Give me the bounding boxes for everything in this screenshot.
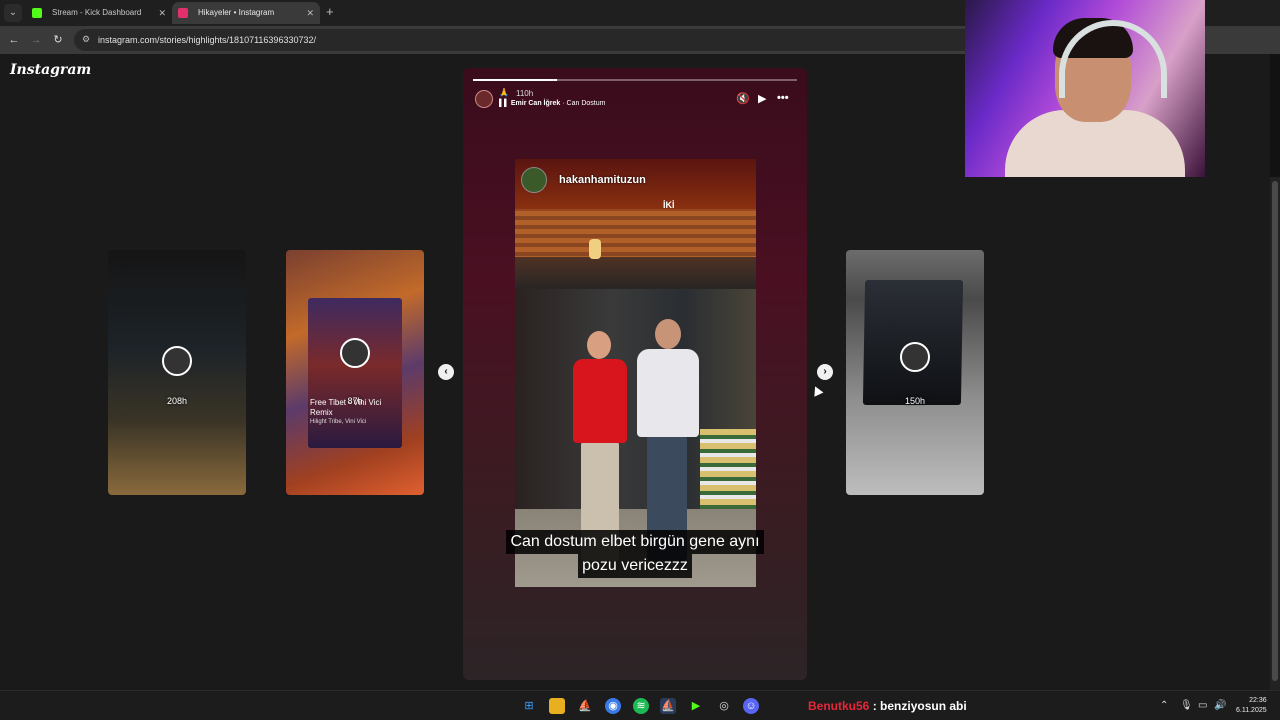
microphone-icon[interactable]: 🎙	[1180, 700, 1193, 711]
url-input[interactable]: ⚙ instagram.com/stories/highlights/18107…	[74, 29, 1074, 51]
story-caption: Can dostum elbet birgün gene aynı pozu v…	[463, 530, 807, 578]
more-options-icon[interactable]: •••	[777, 92, 789, 104]
active-story[interactable]: 🙏 110h ▌▌ Emir Can İğrek · Can Dostum 🔇 …	[463, 68, 807, 680]
instagram-icon	[178, 8, 188, 18]
volume-icon[interactable]: 🔊	[1214, 700, 1226, 711]
clock-time: 22:36	[1249, 697, 1267, 704]
avatar	[340, 338, 370, 368]
song-artist: Emir Can İğrek	[510, 100, 561, 107]
story-card-previous-2[interactable]: 208h	[108, 250, 246, 495]
avatar	[521, 167, 547, 193]
steam-app-icon[interactable]: ⛵	[660, 698, 676, 714]
tab-kick-dashboard[interactable]: Stream - Kick Dashboard ✕	[26, 2, 172, 24]
song-title: Free Tibet - Vini Vici Remix	[310, 398, 382, 417]
spotify-icon[interactable]: ≋	[633, 698, 649, 714]
avatar[interactable]	[475, 90, 493, 108]
new-tab-button[interactable]: +	[326, 4, 334, 19]
network-icon[interactable]: ▭	[1198, 700, 1207, 711]
site-info-icon[interactable]: ⚙	[82, 34, 90, 45]
close-icon[interactable]: ✕	[158, 2, 166, 24]
avatar	[162, 346, 192, 376]
discord-icon[interactable]: ☺	[743, 698, 759, 714]
obs-icon[interactable]: ◎	[716, 698, 732, 714]
scrollbar-thumb[interactable]	[1272, 181, 1278, 681]
tab-search-button[interactable]: ⌄	[4, 4, 22, 22]
back-icon[interactable]: ←	[6, 32, 22, 48]
photo-overlay-text: İKİ	[663, 200, 675, 210]
play-icon[interactable]: ▶	[758, 92, 766, 105]
mute-icon[interactable]: 🔇	[736, 92, 750, 105]
story-photo: hakanhamituzun İKİ	[515, 159, 756, 587]
file-explorer-icon[interactable]	[549, 698, 565, 714]
tab-instagram[interactable]: Hikayeler • Instagram ✕	[172, 2, 320, 24]
caption-line: pozu vericezzz	[578, 554, 692, 578]
windows-start-icon[interactable]: ⊞	[521, 698, 537, 714]
story-age: 110h	[516, 89, 534, 98]
chat-message: Benutku56 : benziyosun abi	[808, 699, 967, 713]
scrollbar[interactable]	[1270, 177, 1280, 690]
album-cover	[308, 298, 402, 448]
tab-title: Hikayeler • Instagram	[198, 8, 275, 17]
chrome-icon[interactable]: ◉	[605, 698, 621, 714]
previous-arrow-icon[interactable]: ‹	[438, 364, 454, 380]
music-icon: ▌▌	[499, 100, 509, 107]
chat-text: : benziyosun abi	[869, 699, 967, 713]
forward-icon[interactable]: →	[28, 32, 44, 48]
story-age: 208h	[166, 396, 188, 406]
tab-title: Stream - Kick Dashboard	[52, 8, 142, 17]
kick-icon	[32, 8, 42, 18]
kick-app-icon[interactable]: ▶	[688, 698, 704, 714]
mouse-cursor-icon	[810, 384, 824, 397]
caption-line: Can dostum elbet birgün gene aynı	[506, 530, 764, 554]
photo-username: hakanhamituzun	[559, 174, 646, 186]
story-card-previous-1[interactable]: 87h Free Tibet - Vini Vici Remix Hilight…	[286, 250, 424, 495]
avatar	[900, 342, 930, 372]
reload-icon[interactable]: ↻	[50, 32, 66, 48]
emoji-icon: 🙏	[499, 88, 509, 97]
story-card-next-1[interactable]: 150h	[846, 250, 984, 495]
clock-date: 6.11.2025	[1236, 707, 1267, 714]
system-clock[interactable]: 22:36 6.11.2025	[1236, 696, 1267, 716]
steam-icon[interactable]: ⛵	[577, 698, 593, 714]
story-progress-bar	[473, 79, 797, 81]
close-icon[interactable]: ✕	[306, 2, 314, 24]
url-text: instagram.com/stories/highlights/1810711…	[98, 35, 316, 45]
story-song[interactable]: ▌▌ Emir Can İğrek · Can Dostum	[499, 100, 605, 107]
story-age: 150h	[904, 396, 926, 406]
chevron-up-icon[interactable]: ⌃	[1160, 700, 1168, 711]
instagram-logo[interactable]: Instagram	[10, 62, 91, 78]
taskbar: ⊞ ⛵ ◉ ≋ ⛵ ▶ ◎ ☺ Benutku56 : benziyosun a…	[0, 690, 1280, 720]
song-title: Can Dostum	[566, 100, 606, 107]
next-arrow-icon[interactable]: ›	[817, 364, 833, 380]
chat-username: Benutku56	[808, 699, 870, 713]
webcam-overlay	[965, 0, 1205, 177]
song-artist: Hilight Tribe, Vini Vici	[310, 419, 367, 425]
